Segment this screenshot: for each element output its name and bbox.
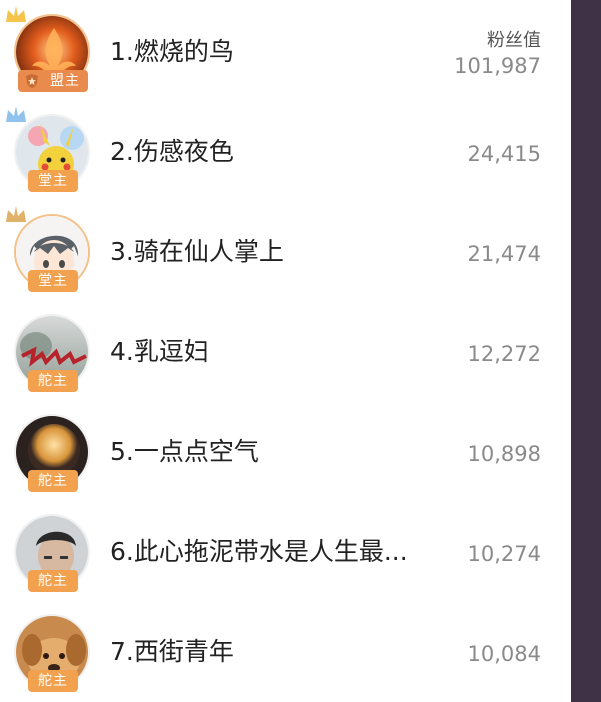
side-panel-edge (571, 0, 601, 702)
fan-ranking-page: 盟主 1.燃烧的鸟 粉丝值 101,987 堂主 2.伤感夜色 24,415 堂… (0, 0, 601, 702)
avatar[interactable]: 盟主 (6, 6, 90, 92)
avatar[interactable]: 舵主 (14, 614, 90, 692)
member-name: 5.一点点空气 (110, 437, 259, 466)
member-name: 2.伤感夜色 (110, 137, 234, 166)
ranking-row[interactable]: 舵主 4.乳逗妇 12,272 (0, 304, 571, 404)
rank-badge: 舵主 (28, 570, 78, 592)
ranking-row[interactable]: 舵主 6.此心拖泥带水是人生最... 10,274 (0, 504, 571, 604)
ranking-row[interactable]: 舵主 5.一点点空气 10,898 (0, 404, 571, 504)
ranking-row[interactable]: 舵主 7.西街青年 10,084 (0, 604, 571, 702)
avatar[interactable]: 舵主 (14, 414, 90, 492)
shield-icon (26, 74, 38, 88)
badge-label: 盟主 (50, 73, 80, 89)
ranking-row[interactable]: 堂主 2.伤感夜色 24,415 (0, 104, 571, 204)
rank-badge: 舵主 (28, 470, 78, 492)
avatar[interactable]: 舵主 (14, 314, 90, 392)
fan-value: 21,474 (467, 242, 541, 266)
member-name: 3.骑在仙人掌上 (110, 237, 284, 266)
rank-badge: 盟主 (18, 70, 88, 92)
fan-value: 101,987 (454, 54, 541, 78)
fan-value: 10,274 (467, 542, 541, 566)
rank-badge: 堂主 (28, 170, 78, 192)
avatar[interactable]: 堂主 (6, 106, 90, 192)
rank-badge: 堂主 (28, 270, 78, 292)
avatar[interactable]: 舵主 (14, 514, 90, 592)
crown-icon (6, 6, 26, 22)
member-name: 6.此心拖泥带水是人生最... (110, 537, 408, 566)
member-name: 1.燃烧的鸟 (110, 37, 234, 66)
rank-badge: 舵主 (28, 670, 78, 692)
avatar[interactable]: 堂主 (6, 206, 90, 292)
member-name: 7.西街青年 (110, 637, 234, 666)
fan-value-label: 粉丝值 (487, 30, 541, 51)
ranking-row[interactable]: 堂主 3.骑在仙人掌上 21,474 (0, 204, 571, 304)
crown-icon (6, 106, 26, 122)
fan-value: 12,272 (467, 342, 541, 366)
crown-icon (6, 206, 26, 222)
fan-value: 24,415 (467, 142, 541, 166)
fan-value: 10,898 (467, 442, 541, 466)
member-name: 4.乳逗妇 (110, 337, 209, 366)
ranking-row[interactable]: 盟主 1.燃烧的鸟 粉丝值 101,987 (0, 4, 571, 104)
rank-badge: 舵主 (28, 370, 78, 392)
fan-ranking-list: 盟主 1.燃烧的鸟 粉丝值 101,987 堂主 2.伤感夜色 24,415 堂… (0, 0, 571, 702)
fan-value: 10,084 (467, 642, 541, 666)
